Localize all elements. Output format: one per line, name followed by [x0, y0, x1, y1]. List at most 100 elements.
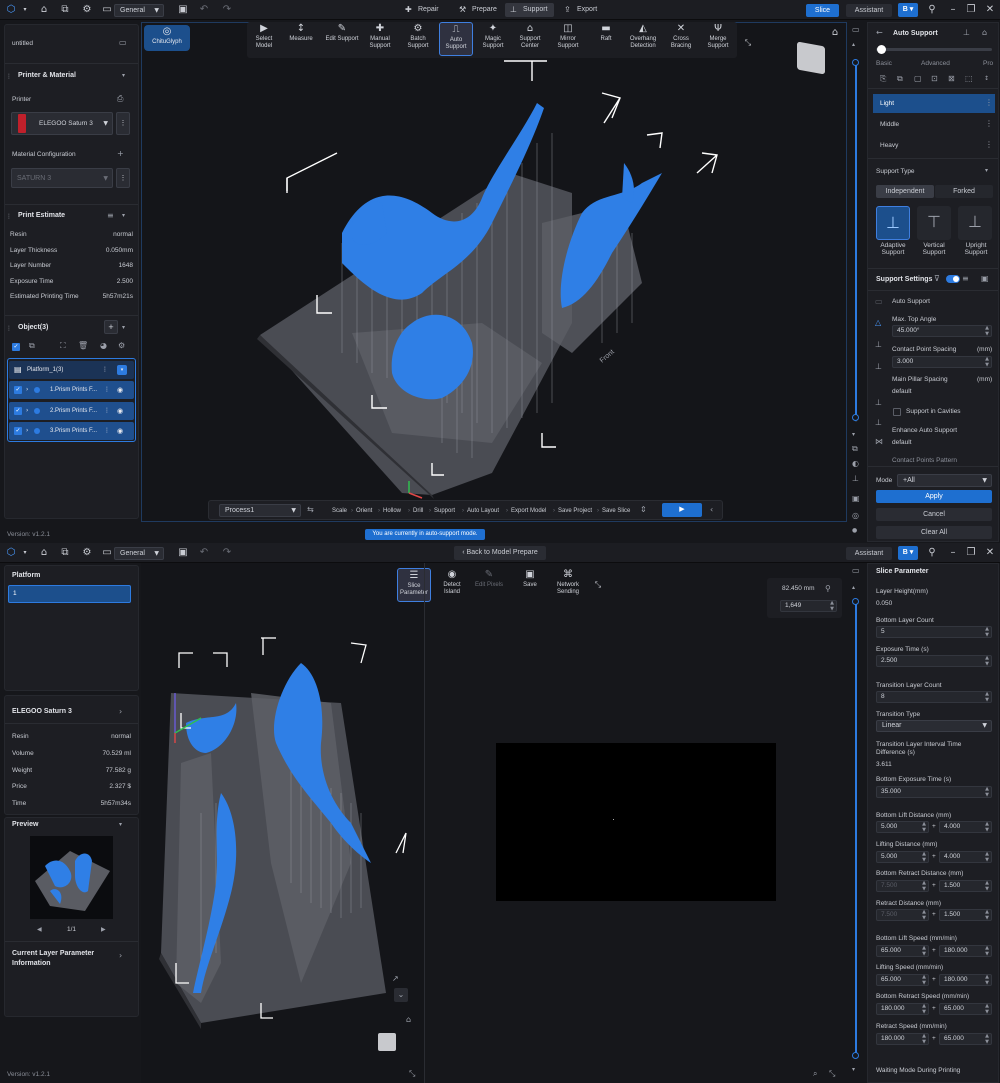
brand-badge[interactable]: ◎ ChituGlyph — [144, 25, 190, 51]
tool-support-center[interactable]: ⌂ Support Center — [513, 22, 547, 56]
tab-export[interactable]: ⇪ Export — [559, 3, 603, 17]
run-button[interactable]: ▶ — [662, 503, 702, 517]
retract-speed-b-input[interactable]: 65.000 ▲ ▼ — [939, 1033, 992, 1045]
color-icon[interactable]: ◕ — [100, 341, 107, 351]
pipeline-step[interactable]: Hollow — [383, 508, 401, 514]
layers-icon[interactable]: ⧉ — [58, 3, 72, 17]
auto-support-item[interactable]: Auto Support — [892, 298, 930, 305]
account-button[interactable]: B ▾ — [898, 546, 918, 560]
tool-magic-support[interactable]: ✦ Magic Support — [476, 22, 510, 56]
back-to-prepare-button[interactable]: ‹ Back to Model Prepare — [454, 546, 546, 560]
level-basic[interactable]: Basic — [876, 60, 892, 67]
tool-manual-support[interactable]: ✚ Manual Support — [363, 22, 397, 56]
close-icon[interactable]: ✕ — [983, 546, 997, 560]
fullscreen-icon[interactable]: ⤡ — [409, 1069, 415, 1079]
adaptive-support-icon[interactable]: ⊥ — [876, 206, 910, 240]
process-settings-icon[interactable]: ⇆ — [307, 505, 314, 515]
tool-overhang-detection[interactable]: ◭ Overhang Detection — [626, 22, 660, 56]
pipeline-sort-icon[interactable]: ⇕ — [640, 505, 647, 515]
retract-a-input[interactable]: 7.500 ▲ ▼ — [876, 909, 929, 921]
assistant-button[interactable]: Assistant — [846, 4, 892, 17]
object-checkbox[interactable]: ✓ — [14, 427, 22, 435]
nodes-icon[interactable]: ⚙ — [80, 546, 94, 560]
tab-independent[interactable]: Independent — [876, 185, 934, 198]
transition-interval-val-value[interactable]: 3.611 — [876, 761, 892, 768]
more-icon[interactable]: ⋮ — [985, 119, 993, 129]
app-logo-icon[interactable]: ⬡ — [4, 3, 18, 17]
level-slider-handle[interactable] — [877, 45, 886, 54]
minimize-icon[interactable]: – — [946, 3, 960, 17]
add-material-icon[interactable]: + — [117, 149, 124, 159]
settings-view-icon[interactable]: ◎ — [852, 511, 859, 521]
eye-icon[interactable]: ◉ — [117, 381, 123, 399]
rotate-icon[interactable]: ↗ — [392, 974, 399, 984]
chevron-down-icon[interactable]: ▾ — [852, 1065, 855, 1075]
pipeline-step[interactable]: Support — [434, 508, 455, 514]
object-row[interactable]: ✓ › 3.Prism Prints F... ⋮ ◉ — [9, 422, 134, 440]
pipeline-step[interactable]: Drill — [413, 508, 423, 514]
maximize-icon[interactable]: ❐ — [964, 3, 978, 17]
home-settings-icon[interactable]: ⌂ — [982, 28, 987, 38]
bottom-retract-a-input[interactable]: 7.500 ▲ ▼ — [876, 880, 929, 892]
tool-network-sending[interactable]: ⌘ Network Sending — [551, 568, 585, 602]
slice-button[interactable]: Slice — [806, 4, 839, 17]
object-row[interactable]: ✓ › 2.Prism Prints F... ⋮ ◉ — [9, 401, 134, 420]
expand-icon[interactable]: › — [26, 422, 28, 440]
transition-count-val-input[interactable]: 8 ▲ ▼ — [876, 691, 992, 703]
maximize-icon[interactable]: ❐ — [964, 546, 978, 560]
back-icon[interactable]: ← — [876, 28, 883, 38]
project-name[interactable]: untitled — [12, 40, 33, 47]
bottom-lift-speed-a-input[interactable]: 65.000 ▲ ▼ — [876, 945, 929, 957]
close-icon[interactable]: ✕ — [983, 3, 997, 17]
save-icon[interactable]: ▣ — [176, 546, 190, 560]
bottom-retract-speed-a-input[interactable]: 180.000 ▲ ▼ — [876, 1003, 929, 1015]
collapse-bar-icon[interactable]: ‹ — [710, 505, 713, 515]
upright-support-icon[interactable]: ⊥ — [958, 206, 992, 240]
support-view-icon[interactable]: ⊥ — [852, 474, 859, 484]
platform-item[interactable]: 1 — [8, 585, 131, 603]
home-view-icon[interactable]: ⌂ — [406, 1015, 411, 1025]
undo-icon[interactable]: ↶ — [197, 546, 211, 560]
printer-dropdown[interactable]: ELEGOO Saturn 3 ▼ — [11, 112, 113, 135]
layer-height-val-value[interactable]: 0.050 — [876, 600, 892, 607]
pin-icon[interactable]: ⚲ — [925, 546, 939, 560]
contact-spacing-input[interactable]: 3.000 ▲ ▼ — [892, 356, 992, 368]
pin-icon[interactable]: ⚲ — [925, 3, 939, 17]
chevron-down-icon[interactable]: ▾ — [122, 71, 125, 81]
lift-a-input[interactable]: 5.000 ▲ ▼ — [876, 851, 929, 863]
tool-raft[interactable]: ▬ Raft — [589, 22, 623, 56]
support-type-icon[interactable]: ⊥ — [963, 28, 970, 38]
apply-button[interactable]: Apply — [876, 490, 992, 503]
circle-view-icon[interactable]: ◐ — [852, 459, 859, 469]
chevron-right-icon[interactable]: › — [119, 707, 122, 717]
layer-slider-top-handle[interactable] — [852, 59, 859, 66]
pin-icon[interactable]: ⚲ — [825, 584, 831, 594]
filter-icon[interactable]: ⊽ — [934, 274, 940, 284]
zoom-icon[interactable]: ⌕ — [813, 1069, 817, 1079]
bottom-lift-a-input[interactable]: 5.000 ▲ ▼ — [876, 821, 929, 833]
tool-detect-island[interactable]: ◉ Detect Island — [435, 568, 469, 602]
eye-icon[interactable]: ◉ — [117, 422, 123, 440]
chevron-right-icon[interactable]: › — [119, 951, 122, 961]
vertical-support-icon[interactable]: ⊤ — [917, 206, 951, 240]
tool-auto-support[interactable]: ⎍ Auto Support — [439, 22, 473, 56]
prev-page-icon[interactable]: ◀ — [37, 925, 42, 935]
more-icon[interactable]: ⋮ — [104, 402, 110, 420]
slice-slider-top-handle[interactable] — [852, 598, 859, 605]
layer-image-preview[interactable] — [496, 743, 776, 901]
home-icon[interactable]: ⌂ — [37, 3, 51, 17]
chevron-down-icon[interactable]: ▾ — [122, 211, 125, 221]
pipeline-step[interactable]: Auto Layout — [467, 508, 499, 514]
more-icon[interactable]: ⋮ — [985, 98, 993, 108]
pipeline-step[interactable]: Export Model — [511, 508, 546, 514]
view-cube[interactable] — [797, 41, 825, 75]
crop-icon[interactable]: ⤡ — [829, 1069, 835, 1079]
list-icon[interactable]: ≡ — [962, 274, 969, 284]
undo-icon[interactable]: ↶ — [197, 3, 211, 17]
view-cube[interactable] — [378, 1033, 396, 1051]
monitor-icon[interactable]: ▭ — [100, 3, 114, 17]
pipeline-step[interactable]: Save Slice — [602, 508, 630, 514]
fit-icon[interactable]: ⛶ — [60, 341, 66, 351]
collapse-toolbar-icon[interactable]: ⤡ — [591, 578, 605, 592]
slice-3d-viewport[interactable] — [141, 563, 424, 1083]
